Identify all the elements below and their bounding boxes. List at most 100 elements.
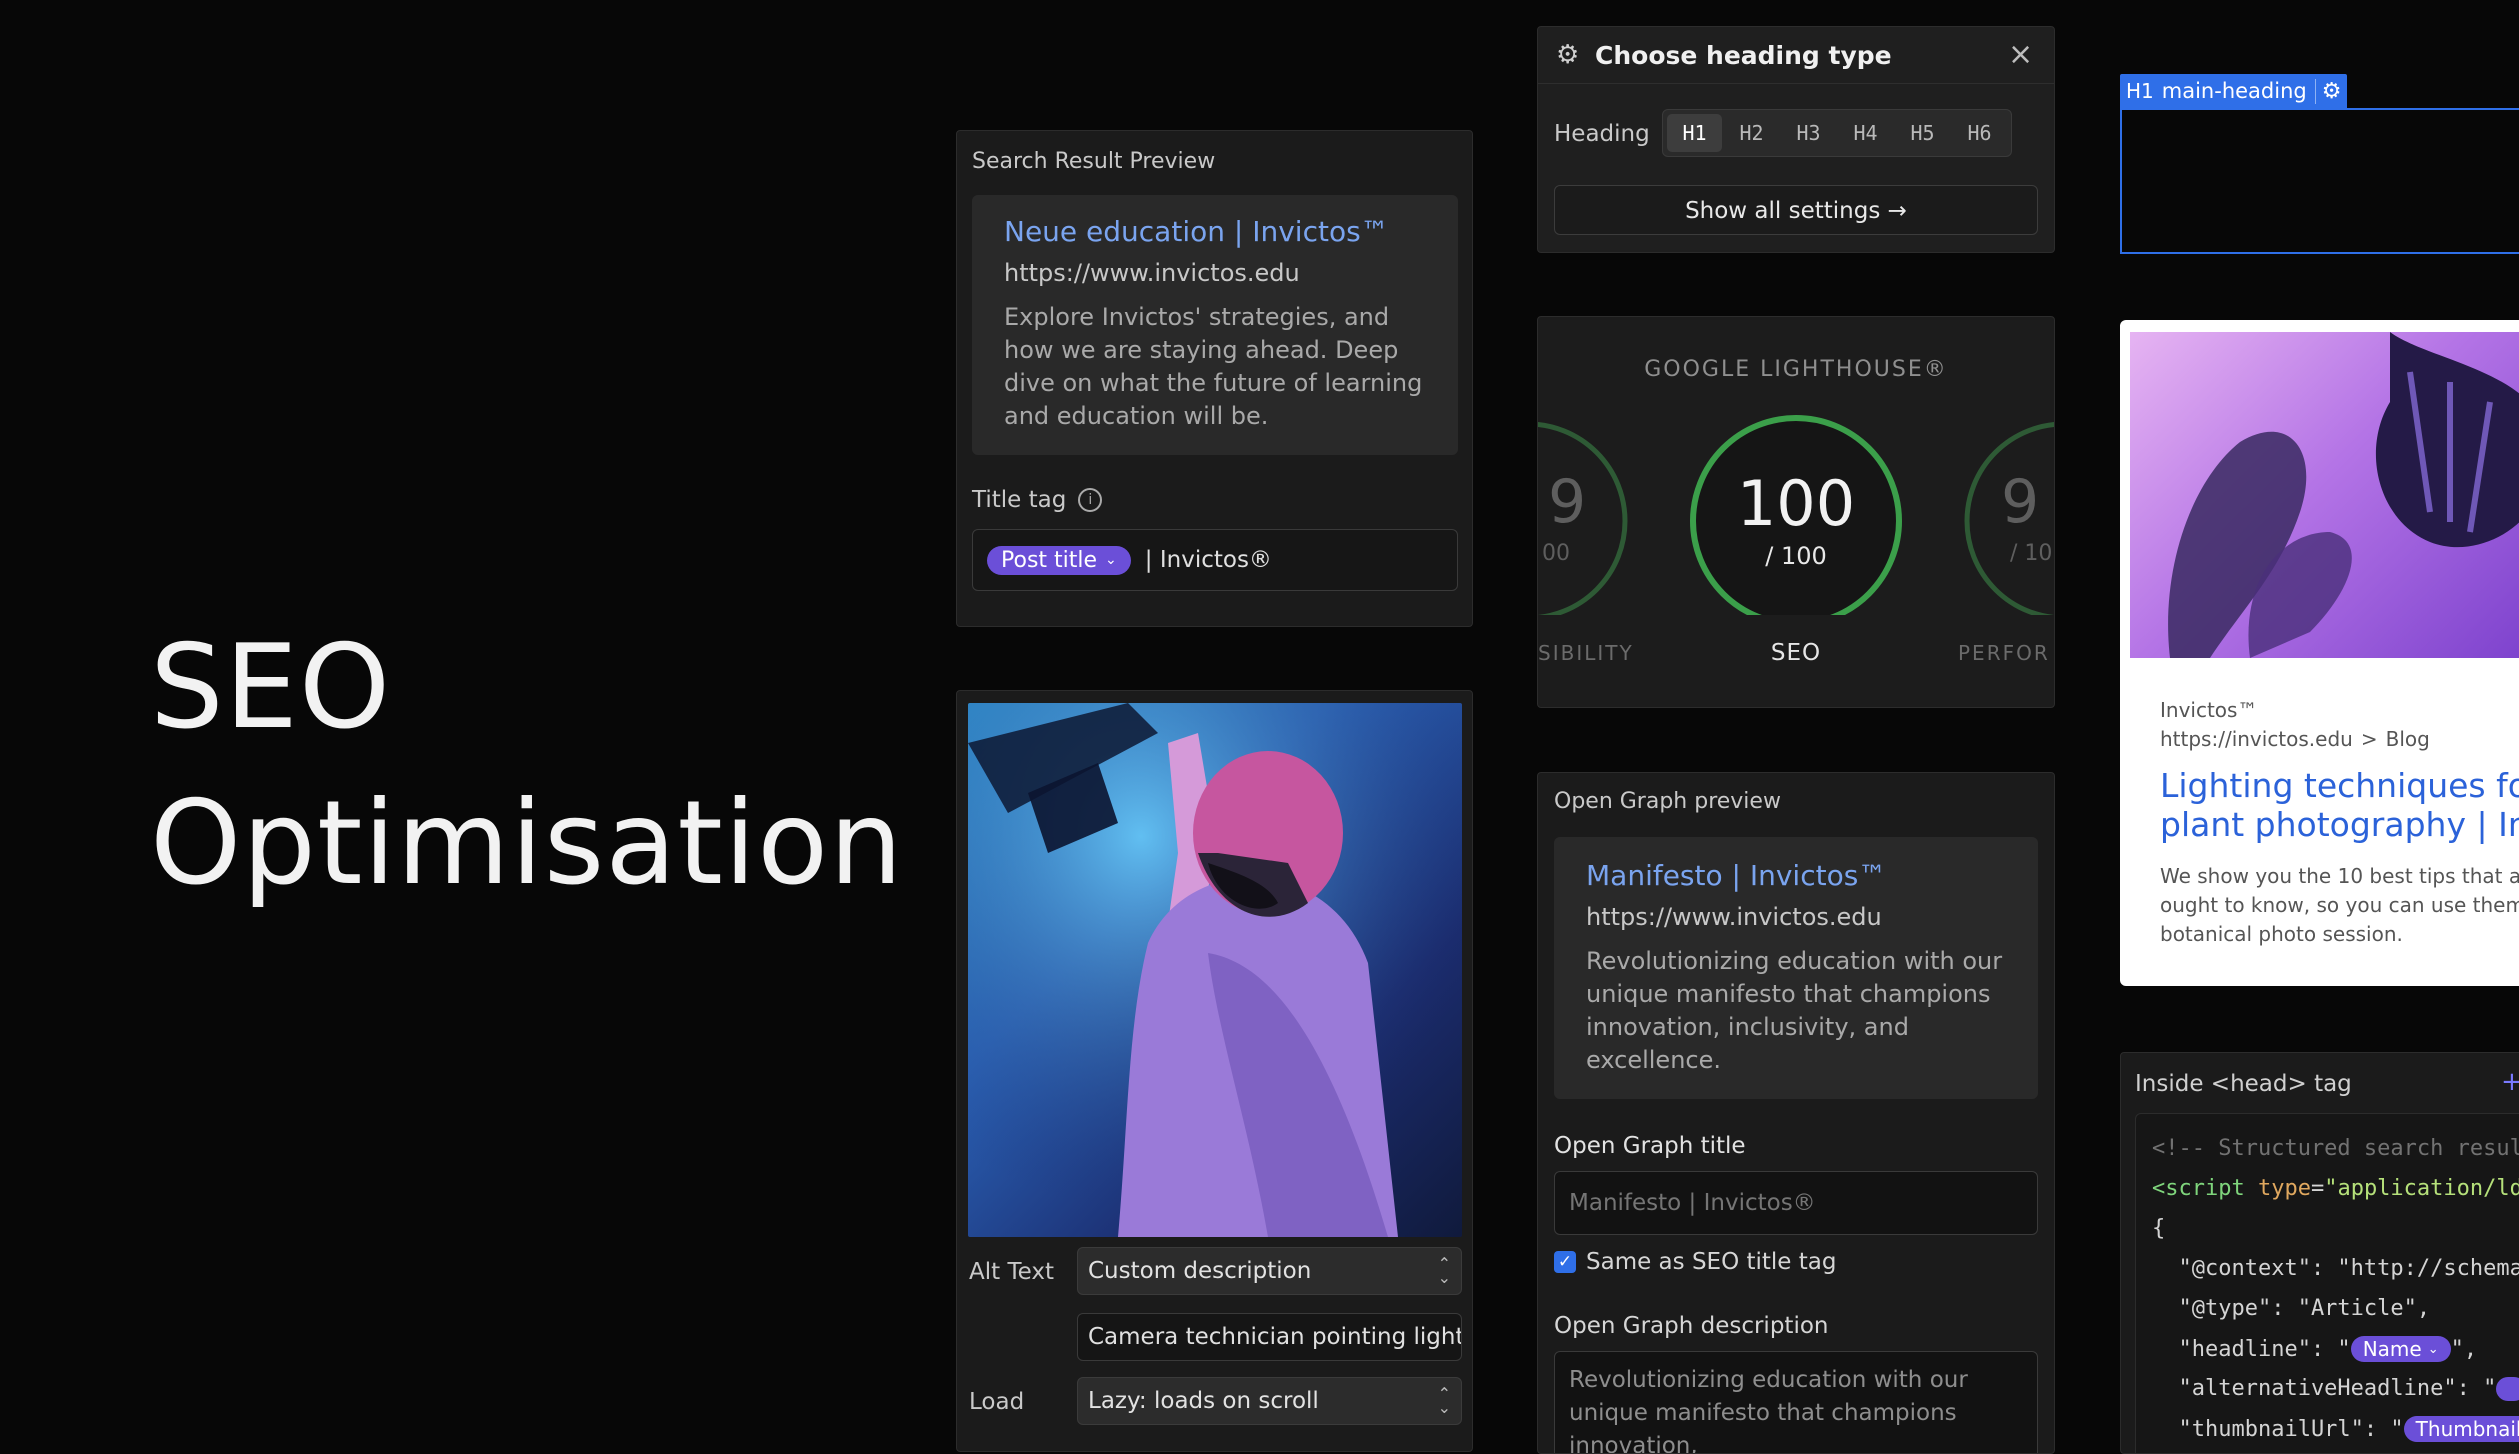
chevron-down-icon: ⌄ xyxy=(2427,1341,2439,1357)
alt-text-select[interactable]: Custom description ⌃ ⌄ xyxy=(1077,1247,1462,1295)
hero-line-2: Optimisation xyxy=(150,776,904,911)
gear-icon[interactable]: ⚙ xyxy=(2314,78,2341,104)
code-line-6: "headline": " Name ⌄ ", xyxy=(2152,1336,2477,1362)
blog-title[interactable]: Lighting techniques for your plant photo… xyxy=(2160,766,2519,844)
name-pill[interactable]: Name ⌄ xyxy=(2350,1336,2451,1362)
og-description-value: Revolutionizing education with our uniqu… xyxy=(1569,1367,1968,1454)
title-tag-label: Title tag i xyxy=(972,487,1103,513)
heading-level-h6[interactable]: H6 xyxy=(1952,121,2007,145)
blog-description: We show you the 10 best tips that all ph… xyxy=(2160,864,2519,946)
alt-text-label: Alt Text xyxy=(969,1259,1054,1285)
heading-level-h1[interactable]: H1 xyxy=(1667,114,1722,152)
title-tag-field[interactable]: Post title ⌄ | Invictos® xyxy=(972,529,1458,591)
heading-level-h3[interactable]: H3 xyxy=(1781,121,1836,145)
code-line-3: { xyxy=(2152,1216,2166,1241)
heading-badge-name: main-heading xyxy=(2161,79,2307,103)
add-icon[interactable]: + xyxy=(2501,1067,2519,1097)
head-code-panel: Inside <head> tag + <!-- Structured sear… xyxy=(2120,1052,2519,1454)
load-select-value: Lazy: loads on scroll xyxy=(1088,1388,1319,1414)
heading-level-selector: H1 H2 H3 H4 H5 H6 xyxy=(1662,109,2012,157)
same-as-seo-label: Same as SEO title tag xyxy=(1586,1249,1837,1275)
checkbox-checked-icon[interactable]: ✓ xyxy=(1554,1251,1576,1273)
search-result-description: Explore Invictos' strategies, and how we… xyxy=(1004,303,1423,430)
heading-selection-box[interactable] xyxy=(2120,108,2519,254)
open-graph-card: Manifesto | Invictos™ https://www.invict… xyxy=(1554,837,2038,1099)
heading-type-dialog: ⚙ Choose heading type × Heading H1 H2 H3… xyxy=(1537,26,2055,253)
alt-text-select-value: Custom description xyxy=(1088,1258,1312,1284)
updown-caret-icon: ⌃ ⌄ xyxy=(1437,1254,1451,1287)
og-card-title[interactable]: Manifesto | Invictos™ xyxy=(1586,859,1886,892)
heading-level-h4[interactable]: H4 xyxy=(1838,121,1893,145)
right-score: 9 xyxy=(2001,467,2040,537)
code-thumbnail-key: "thumbnailUrl": " xyxy=(2152,1416,2404,1442)
left-score: 9 xyxy=(1548,467,1587,537)
load-label: Load xyxy=(969,1389,1025,1415)
right-score-sub: / 10 xyxy=(2010,541,2053,566)
code-line-5: "@type": "Article", xyxy=(2152,1296,2431,1321)
search-result-url: https://www.invictos.edu xyxy=(1004,259,1300,287)
gear-icon: ⚙ xyxy=(1556,40,1580,70)
code-line-7: "alternativeHeadline": " xyxy=(2152,1376,2519,1401)
search-preview-title: Search Result Preview xyxy=(972,149,1216,174)
image-preview xyxy=(968,703,1462,1237)
image-settings-panel: Alt Text Custom description ⌃ ⌄ Camera te… xyxy=(956,690,1473,1452)
breadcrumb-page[interactable]: Blog xyxy=(2386,727,2430,751)
heading-label: Heading xyxy=(1554,121,1650,147)
code-alt-headline-key: "alternativeHeadline": " xyxy=(2152,1376,2497,1401)
alt-text-value: Camera technician pointing light to xyxy=(1088,1324,1462,1350)
name-pill-label: Name xyxy=(2362,1337,2422,1361)
dialog-title: Choose heading type xyxy=(1595,41,1892,70)
same-as-seo-checkbox-row[interactable]: ✓ Same as SEO title tag xyxy=(1554,1249,1836,1275)
seo-label: SEO xyxy=(1770,640,1822,666)
hero-line-1: SEO xyxy=(150,620,392,755)
og-card-url: https://www.invictos.edu xyxy=(1586,903,1882,931)
load-select[interactable]: Lazy: loads on scroll ⌃ ⌄ xyxy=(1077,1377,1462,1425)
open-graph-panel: Open Graph preview Manifesto | Invictos™… xyxy=(1537,772,2055,1454)
og-description-input[interactable]: Revolutionizing education with our uniqu… xyxy=(1554,1351,2038,1454)
code-tag: <script xyxy=(2152,1176,2258,1201)
show-all-settings-button[interactable]: Show all settings → xyxy=(1554,185,2038,235)
info-icon[interactable]: i xyxy=(1078,488,1103,512)
title-tag-text: Title tag xyxy=(972,487,1067,513)
blog-card[interactable]: Invictos™ https://invictos.edu > Blog Li… xyxy=(2120,320,2519,986)
og-title-input[interactable] xyxy=(1554,1171,2038,1235)
heading-badge[interactable]: H1 main-heading ⚙ xyxy=(2120,74,2348,108)
thumbnail-pill[interactable]: Thumbnail xyxy=(2403,1416,2519,1442)
search-result-title[interactable]: Neue education | Invictos™ xyxy=(1004,215,1389,248)
heading-level-h5[interactable]: H5 xyxy=(1895,121,1950,145)
blog-site-name: Invictos™ xyxy=(2160,698,2258,722)
thumbnail-pill-label: Thumbnail xyxy=(2415,1417,2519,1441)
right-label: PERFOR xyxy=(1958,641,2050,665)
left-score-sub: 00 xyxy=(1542,541,1570,566)
heading-badge-level: H1 xyxy=(2126,79,2154,103)
post-title-pill[interactable]: Post title ⌄ xyxy=(987,545,1131,575)
updown-caret-icon: ⌃ ⌄ xyxy=(1437,1384,1451,1417)
search-result-card: Neue education | Invictos™ https://www.i… xyxy=(972,195,1458,455)
title-tag-suffix: | Invictos® xyxy=(1144,547,1272,573)
breadcrumb-url[interactable]: https://invictos.edu xyxy=(2160,727,2353,751)
post-title-pill-label: Post title xyxy=(1001,547,1098,573)
close-icon[interactable]: × xyxy=(2008,37,2033,72)
plant-image xyxy=(2130,332,2519,658)
chevron-down-icon: ⌄ xyxy=(1105,552,1117,568)
code-editor[interactable]: <!-- Structured search results --> <scri… xyxy=(2135,1113,2519,1453)
alt-headline-pill[interactable] xyxy=(2496,1376,2519,1401)
code-headline-key: "headline": " xyxy=(2152,1336,2351,1362)
left-label: SIBILITY xyxy=(1538,641,1634,665)
seo-score: 100 xyxy=(1736,467,1856,540)
code-line-8: "thumbnailUrl": " Thumbnail xyxy=(2152,1416,2519,1442)
head-code-title: Inside <head> tag xyxy=(2135,1071,2352,1097)
hero-title: SEO Optimisation xyxy=(150,610,904,922)
code-line-1: <!-- Structured search results --> xyxy=(2152,1136,2519,1161)
og-card-description: Revolutionizing education with our uniqu… xyxy=(1586,947,2003,1074)
code-attr-value: "application/ld+json" xyxy=(2324,1176,2519,1201)
lighthouse-title: GOOGLE LIGHTHOUSE® xyxy=(1644,357,1948,382)
code-line-4: "@context": "http://schema.org", xyxy=(2178,1256,2519,1281)
seo-score-sub: / 100 xyxy=(1765,542,1827,570)
open-graph-title: Open Graph preview xyxy=(1554,789,1781,814)
heading-level-h2[interactable]: H2 xyxy=(1724,121,1779,145)
alt-text-input[interactable]: Camera technician pointing light to xyxy=(1077,1313,1462,1361)
blog-breadcrumb: https://invictos.edu > Blog xyxy=(2160,727,2430,751)
og-description-label: Open Graph description xyxy=(1554,1313,1829,1339)
plant-illustration xyxy=(2168,332,2519,658)
